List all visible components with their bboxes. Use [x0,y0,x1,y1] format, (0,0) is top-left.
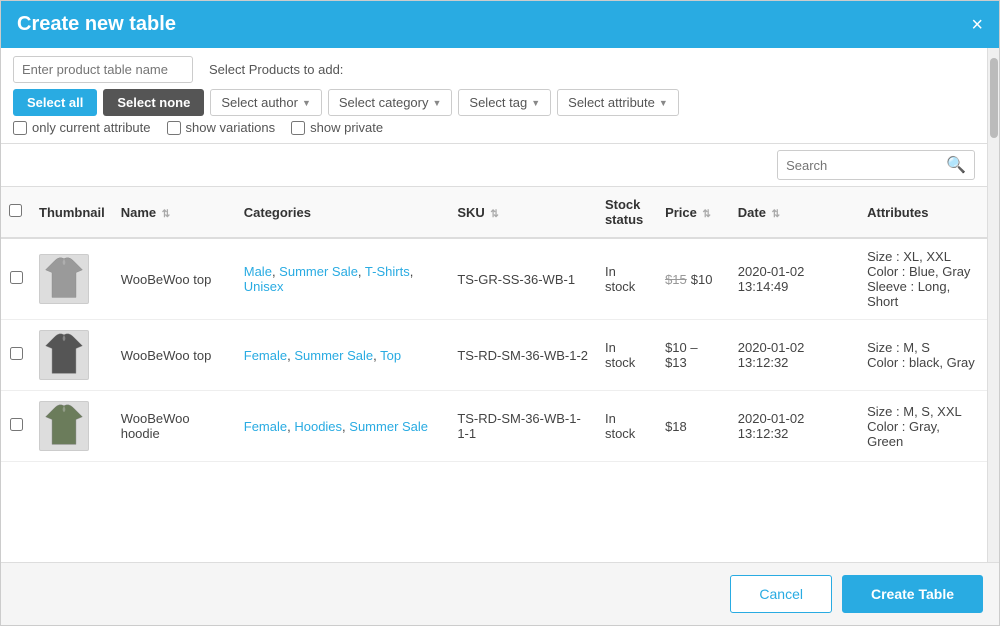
col-date[interactable]: Date ⇅ [730,187,859,238]
controls-row2: Select all Select none Select author Sel… [13,89,975,116]
search-row: 🔍 [1,144,987,187]
table-area: Thumbnail Name ⇅ Categories SKU ⇅ Stocks… [1,187,987,562]
sort-date-icon: ⇅ [772,209,780,220]
search-button[interactable]: 🔍 [938,151,974,179]
product-date-1: 2020-01-02 13:12:32 [730,320,859,391]
product-attributes-1: Size : M, S Color : black, Gray [859,320,987,391]
sort-price-icon: ⇅ [702,209,710,220]
price-old: $15 [665,272,687,287]
modal-footer: Cancel Create Table [1,562,999,625]
product-sku-2: TS-RD-SM-36-WB-1-1-1 [449,391,597,462]
product-name-0: WooBeWoo top [113,238,236,320]
col-attributes: Attributes [859,187,987,238]
sort-name-icon: ⇅ [162,209,170,220]
scrollbar[interactable] [987,48,999,562]
controls-row3: only current attribute show variations s… [13,120,975,135]
category-link[interactable]: Summer Sale [279,264,358,279]
only-current-label[interactable]: only current attribute [13,120,151,135]
product-name-1: WooBeWoo top [113,320,236,391]
product-stock-2: In stock [597,391,657,462]
product-name-2: WooBeWoo hoodie [113,391,236,462]
thumbnail-cell-0 [31,238,113,320]
table-row: WooBeWoo topMale, Summer Sale, T-Shirts,… [1,238,987,320]
col-name[interactable]: Name ⇅ [113,187,236,238]
close-button[interactable]: × [971,15,983,35]
col-check [1,187,31,238]
table-header-row: Thumbnail Name ⇅ Categories SKU ⇅ Stocks… [1,187,987,238]
modal-header: Create new table × [1,1,999,48]
controls-area: Select Products to add: Select all Selec… [1,48,987,144]
product-stock-1: In stock [597,320,657,391]
col-sku[interactable]: SKU ⇅ [449,187,597,238]
select-products-label: Select Products to add: [209,62,343,77]
show-private-label[interactable]: show private [291,120,383,135]
attribute-dropdown[interactable]: Select attribute [557,89,679,116]
show-variations-text: show variations [186,120,276,135]
select-all-button[interactable]: Select all [13,89,97,116]
modal-content: Select Products to add: Select all Selec… [1,48,987,562]
show-variations-checkbox[interactable] [167,121,181,135]
controls-row1: Select Products to add: [13,56,975,83]
show-variations-label[interactable]: show variations [167,120,276,135]
search-input[interactable] [778,153,938,178]
product-date-2: 2020-01-02 13:12:32 [730,391,859,462]
only-current-text: only current attribute [32,120,151,135]
modal-title: Create new table [17,13,176,36]
col-thumbnail: Thumbnail [31,187,113,238]
table-row: WooBeWoo hoodieFemale, Hoodies, Summer S… [1,391,987,462]
show-private-checkbox[interactable] [291,121,305,135]
search-wrap: 🔍 [777,150,975,180]
product-attributes-2: Size : M, S, XXL Color : Gray, Green [859,391,987,462]
col-categories: Categories [236,187,450,238]
tag-dropdown[interactable]: Select tag [458,89,551,116]
product-name-input[interactable] [13,56,193,83]
category-dropdown[interactable]: Select category [328,89,453,116]
thumbnail-cell-2 [31,391,113,462]
product-stock-0: In stock [597,238,657,320]
scrollbar-thumb [990,58,998,138]
product-sku-0: TS-GR-SS-36-WB-1 [449,238,597,320]
price-new: $10 [691,272,713,287]
product-thumb-2 [39,401,89,451]
product-date-0: 2020-01-02 13:14:49 [730,238,859,320]
product-categories-0: Male, Summer Sale, T-Shirts, Unisex [236,238,450,320]
author-dropdown[interactable]: Select author [210,89,322,116]
row-checkbox-0[interactable] [10,271,23,284]
select-all-checkbox[interactable] [9,204,22,217]
sort-sku-icon: ⇅ [490,209,498,220]
thumbnail-cell-1 [31,320,113,391]
only-current-checkbox[interactable] [13,121,27,135]
table-row: WooBeWoo topFemale, Summer Sale, TopTS-R… [1,320,987,391]
select-none-button[interactable]: Select none [103,89,204,116]
category-link[interactable]: Summer Sale [294,348,373,363]
category-link[interactable]: Top [380,348,401,363]
product-categories-1: Female, Summer Sale, Top [236,320,450,391]
product-sku-1: TS-RD-SM-36-WB-1-2 [449,320,597,391]
products-table: Thumbnail Name ⇅ Categories SKU ⇅ Stocks… [1,187,987,462]
product-price-1: $10 – $13 [657,320,730,391]
show-private-text: show private [310,120,383,135]
product-thumb-1 [39,330,89,380]
category-link[interactable]: Hoodies [294,419,342,434]
products-tbody: WooBeWoo topMale, Summer Sale, T-Shirts,… [1,238,987,462]
category-link[interactable]: Female [244,348,287,363]
product-price-0: $15 $10 [657,238,730,320]
product-thumb-0 [39,254,89,304]
category-link[interactable]: T-Shirts [365,264,410,279]
modal-body: Select Products to add: Select all Selec… [1,48,999,562]
col-stock: Stockstatus [597,187,657,238]
create-table-button[interactable]: Create Table [842,575,983,613]
col-price[interactable]: Price ⇅ [657,187,730,238]
product-price-2: $18 [657,391,730,462]
category-link[interactable]: Summer Sale [349,419,428,434]
category-link[interactable]: Male [244,264,272,279]
create-table-modal: Create new table × Select Products to ad… [0,0,1000,626]
row-checkbox-1[interactable] [10,347,23,360]
category-link[interactable]: Unisex [244,279,284,294]
product-attributes-0: Size : XL, XXL Color : Blue, Gray Sleeve… [859,238,987,320]
product-categories-2: Female, Hoodies, Summer Sale [236,391,450,462]
cancel-button[interactable]: Cancel [730,575,832,613]
category-link[interactable]: Female [244,419,287,434]
row-checkbox-2[interactable] [10,418,23,431]
